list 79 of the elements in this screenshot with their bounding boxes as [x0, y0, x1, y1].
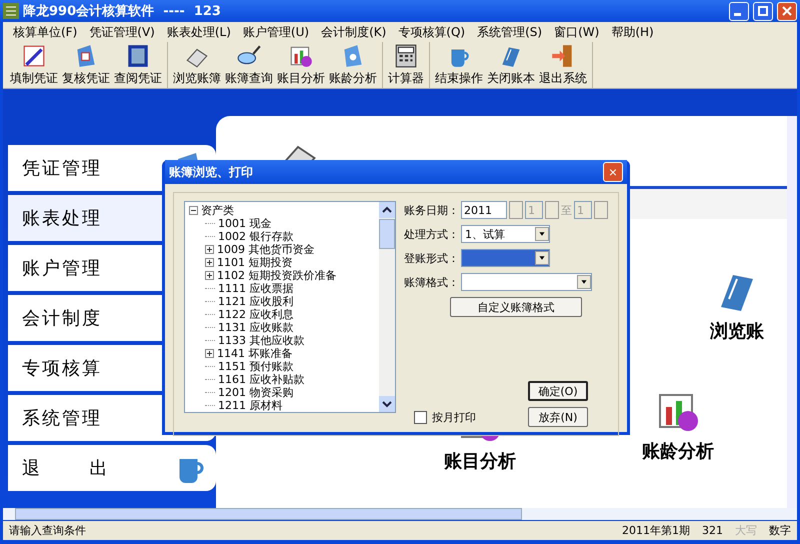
year-field[interactable]: 2011 [461, 201, 507, 219]
close-button[interactable] [777, 2, 797, 20]
scroll-down-icon[interactable] [379, 396, 395, 412]
status-text: 请输入查询条件 [8, 523, 87, 538]
nav-item[interactable]: 退 出 [8, 445, 216, 491]
tree-item[interactable]: 1009 其他货币资金 [217, 243, 314, 256]
ok-button[interactable]: 确定(O) [528, 381, 588, 401]
tree-item[interactable]: 1161 应收补贴款 [218, 373, 304, 386]
tree-item[interactable]: 1201 物资采购 [218, 386, 294, 399]
field-label: 处理方式： [404, 226, 459, 242]
launcher-button[interactable]: 浏览账 [704, 266, 770, 344]
window-title: 降龙990会计核算软件 ---- 123 [23, 3, 222, 20]
status-text: 数字 [768, 523, 792, 538]
dropdown-field[interactable] [461, 249, 550, 267]
tree-item[interactable]: 1111 应收票据 [218, 282, 294, 295]
toolbar-button[interactable]: 关闭账本 [485, 42, 537, 88]
menu-item[interactable]: 凭证管理(V) [83, 24, 161, 40]
monthly-print-checkbox[interactable]: 按月打印 [414, 410, 476, 424]
toolbar-button[interactable]: 查阅凭证 [112, 42, 164, 88]
menu-item[interactable]: 专项核算(Q) [392, 24, 472, 40]
maximize-icon [758, 6, 768, 16]
menu-item[interactable]: 会计制度(K) [315, 24, 392, 40]
minimize-button[interactable] [729, 2, 749, 20]
field-label: 账务日期： [404, 202, 459, 218]
expand-icon[interactable] [205, 258, 214, 267]
tree-item[interactable]: 1122 应收利息 [218, 308, 294, 321]
field-label: 登账形式： [404, 250, 459, 266]
custom-format-button[interactable]: 自定义账簿格式 [450, 297, 582, 317]
tree-item[interactable]: 1002 银行存款 [218, 230, 294, 243]
scroll-up-icon[interactable] [379, 202, 395, 218]
field-label: 账簿格式： [404, 274, 459, 290]
cancel-button[interactable]: 放弃(N) [528, 407, 588, 427]
minimize-icon [734, 12, 741, 16]
menu-item[interactable]: 帮助(H) [605, 24, 660, 40]
tree-scrollbar[interactable] [379, 202, 395, 412]
toolbar-button[interactable]: 账龄分析 [327, 42, 379, 88]
toolbar-button[interactable]: 账目分析 [275, 42, 327, 88]
launcher-button[interactable]: 账龄分析 [636, 386, 720, 464]
maximize-button[interactable] [753, 2, 773, 20]
toolbar-button[interactable]: 浏览账簿 [171, 42, 223, 88]
toolbar-button[interactable]: 账簿查询 [223, 42, 275, 88]
menu-item[interactable]: 账表处理(L) [160, 24, 237, 40]
tree-item[interactable]: 1211 原材料 [218, 399, 282, 412]
menu-item[interactable]: 系统管理(S) [471, 24, 548, 40]
tree-item[interactable]: 1133 其他应收款 [218, 334, 304, 347]
scroll-thumb[interactable] [379, 219, 395, 249]
tree-item[interactable]: 1121 应收股利 [218, 295, 294, 308]
dropdown-field[interactable] [461, 273, 592, 291]
toolbar-button[interactable]: 退出系统 [537, 42, 589, 88]
menu-item[interactable]: 账户管理(U) [236, 24, 316, 40]
app-icon [3, 3, 19, 19]
toolbar-button[interactable]: 填制凭证 [8, 42, 60, 88]
tree-item[interactable]: 1101 短期投资 [217, 256, 292, 269]
toolbar-icon [393, 43, 419, 69]
vertical-scrollbar[interactable] [787, 116, 797, 508]
expand-icon[interactable] [205, 349, 214, 358]
status-text: 2011年第1期 [621, 523, 691, 538]
toolbar-button[interactable]: 结束操作 [433, 42, 485, 88]
menu-item[interactable]: 核算单位(F) [7, 24, 84, 40]
toolbar-icon [21, 43, 47, 69]
tree-item[interactable]: 1151 预付账款 [218, 360, 294, 373]
close-icon [782, 6, 792, 16]
tree-item[interactable]: 1102 短期投资跌价准备 [217, 269, 336, 282]
horizontal-scrollbar[interactable] [3, 508, 797, 520]
close-button[interactable]: × [603, 162, 623, 182]
expand-icon[interactable] [205, 245, 214, 254]
range-label: 至 [561, 202, 572, 218]
account-tree[interactable]: 资产类 1001 现金 1002 银行存款 1009 其他货币资金 1101 短期投资 1102 短期投资跌价准备 1111 应收票据 1121 应收股利 1122 应收利息 1131 应收账款 1133 其他应收款 1141 坏账准备 1151 预付账款 1161 应收补贴款 1201 物资采购 1211 原材料 [184, 201, 396, 413]
tree-item[interactable]: 1001 现金 [218, 217, 272, 230]
status-text: 大写 [734, 523, 758, 538]
tree-item[interactable]: 1131 应收账款 [218, 321, 294, 334]
collapse-icon[interactable] [189, 206, 198, 215]
toolbar-button[interactable]: 复核凭证 [60, 42, 112, 88]
expand-icon[interactable] [205, 271, 214, 280]
dropdown-field[interactable]: 1、试算 [461, 225, 550, 243]
toolbar-button[interactable]: 计算器 [386, 42, 426, 88]
status-text: 321 [701, 524, 724, 537]
menu-item[interactable]: 窗口(W) [548, 24, 606, 40]
tree-item[interactable]: 1141 坏账准备 [217, 347, 292, 360]
